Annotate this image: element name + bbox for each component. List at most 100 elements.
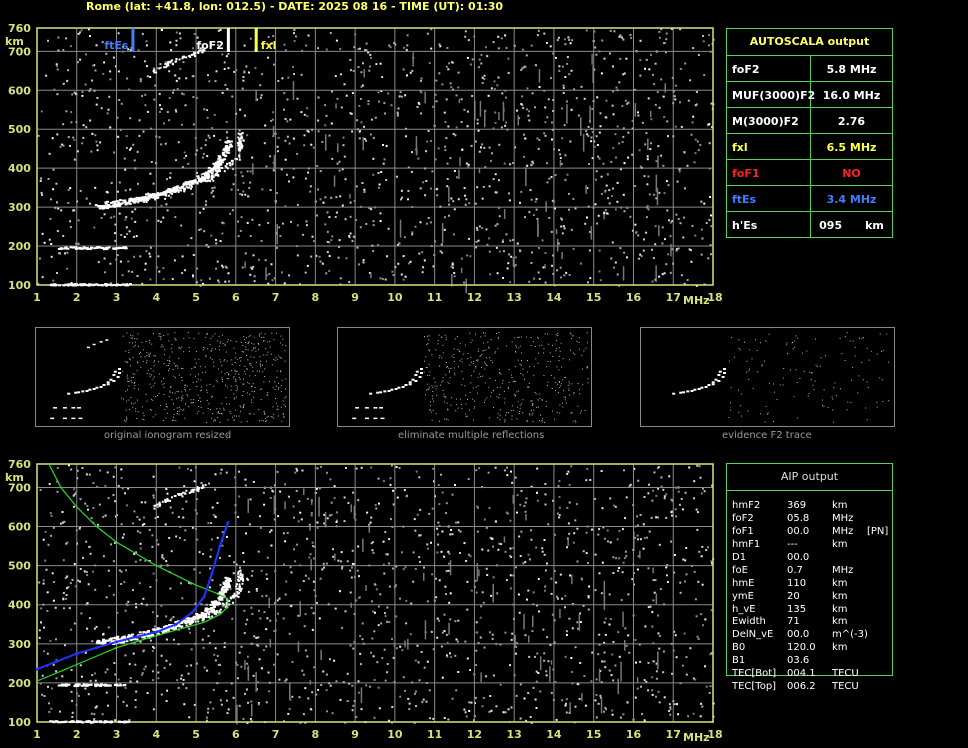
thumb-noise bbox=[517, 337, 519, 338]
autoscala-title: AUTOSCALA output bbox=[749, 35, 870, 48]
thumb-noise bbox=[445, 374, 447, 376]
thumb-noise bbox=[243, 383, 245, 385]
thumb-noise bbox=[177, 367, 179, 369]
thumb-noise bbox=[273, 417, 275, 419]
thumb-noise bbox=[519, 363, 521, 365]
thumb-noise bbox=[187, 395, 189, 397]
profile-chart: 1 2 3 4 5 6 7 8 9 10 11 12 13 14 15 16 17 181002003004005… bbox=[5, 458, 723, 744]
thumb-noise bbox=[499, 368, 500, 370]
thumb-noise bbox=[171, 344, 173, 346]
thumb-noise bbox=[143, 419, 145, 421]
thumb-noise bbox=[484, 363, 486, 365]
x-tick-label: 8 bbox=[312, 728, 320, 741]
thumb-noise bbox=[188, 350, 190, 352]
thumb-noise bbox=[585, 347, 587, 349]
thumb-e bbox=[380, 417, 385, 420]
thumb-noise bbox=[547, 381, 549, 383]
thumb-noise bbox=[138, 345, 139, 347]
thumb-noise bbox=[532, 421, 534, 422]
thumb-noise bbox=[260, 364, 262, 366]
thumb-noise bbox=[436, 394, 438, 396]
thumb-e bbox=[62, 417, 67, 420]
thumb-noise bbox=[234, 352, 236, 354]
thumb-noise bbox=[478, 348, 480, 350]
thumb-noise bbox=[438, 334, 440, 336]
thumb-noise bbox=[505, 414, 507, 416]
aip-value: 006.2 bbox=[787, 681, 816, 693]
thumb-noise bbox=[263, 410, 265, 412]
thumb-noise bbox=[586, 332, 588, 334]
x-tick-label: 15 bbox=[586, 291, 601, 304]
x-tick-label: 13 bbox=[507, 291, 522, 304]
thumb-noise bbox=[136, 370, 138, 372]
thumb-noise bbox=[465, 403, 467, 405]
thumb-noise bbox=[151, 343, 153, 345]
thumb-noise bbox=[211, 348, 213, 350]
thumb-noise bbox=[235, 409, 237, 411]
thumb-noise bbox=[558, 369, 560, 371]
thumb-noise bbox=[169, 391, 171, 393]
thumb-noise bbox=[434, 381, 436, 383]
thumb-noise bbox=[195, 362, 197, 364]
thumb-noise bbox=[469, 364, 471, 366]
thumb-noise bbox=[230, 412, 232, 414]
thumb-noise bbox=[516, 406, 518, 408]
thumb-noise bbox=[484, 368, 486, 370]
thumb-noise bbox=[484, 382, 486, 384]
thumb-es bbox=[364, 407, 369, 409]
thumb-es bbox=[62, 407, 67, 409]
thumb-noise bbox=[275, 385, 277, 387]
thumb-noise bbox=[528, 366, 530, 368]
thumb-noise bbox=[264, 413, 266, 415]
thumb-noise bbox=[242, 406, 244, 408]
thumb-noise bbox=[221, 377, 223, 379]
thumb-noise bbox=[252, 348, 254, 350]
thumb-noise bbox=[482, 342, 484, 344]
thumb-noise bbox=[547, 333, 548, 335]
thumb-noise bbox=[215, 348, 216, 350]
thumb-noise bbox=[483, 349, 485, 351]
thumb-noise bbox=[142, 349, 144, 351]
thumb-noise bbox=[248, 336, 250, 338]
thumb-noise bbox=[176, 413, 178, 414]
thumb-noise bbox=[470, 382, 472, 384]
thumb-noise bbox=[285, 388, 286, 390]
thumb-noise bbox=[251, 350, 253, 352]
thumb-noise bbox=[224, 359, 226, 361]
thumb-noise bbox=[255, 350, 257, 352]
thumb-noise bbox=[455, 398, 457, 400]
thumb-noise bbox=[272, 387, 274, 389]
thumb-noise bbox=[481, 354, 483, 355]
x-tick-label: 6 bbox=[232, 728, 240, 741]
thumb-noise bbox=[579, 393, 581, 395]
thumb-noise bbox=[273, 358, 275, 360]
thumb-trace bbox=[707, 384, 711, 386]
thumb-noise bbox=[135, 410, 137, 412]
thumb-noise bbox=[476, 392, 478, 394]
thumb-noise bbox=[538, 352, 539, 354]
thumb-noise bbox=[265, 420, 267, 422]
thumb-noise bbox=[181, 346, 183, 348]
thumb-noise bbox=[233, 393, 235, 395]
thumb-noise bbox=[473, 370, 475, 372]
thumb-noise bbox=[134, 402, 136, 404]
thumb-noise bbox=[496, 387, 498, 388]
thumb-noise bbox=[489, 357, 491, 359]
thumb-noise bbox=[198, 373, 200, 375]
thumb-noise bbox=[128, 399, 130, 401]
thumb-noise bbox=[188, 406, 190, 408]
thumb-noise bbox=[537, 399, 539, 401]
thumb-noise bbox=[477, 385, 479, 387]
thumb-noise bbox=[488, 346, 490, 348]
autoscala-label: h'Es bbox=[727, 212, 811, 238]
thumb-noise bbox=[280, 385, 282, 386]
thumb-noise bbox=[270, 353, 272, 355]
thumb-noise bbox=[234, 373, 236, 375]
thumb-noise bbox=[126, 418, 128, 420]
thumb-noise bbox=[483, 361, 485, 363]
thumb-noise bbox=[581, 354, 583, 356]
thumb-noise bbox=[471, 339, 473, 341]
thumb-noise bbox=[154, 360, 155, 362]
thumb-noise bbox=[281, 420, 283, 422]
thumb-noise bbox=[227, 339, 229, 341]
